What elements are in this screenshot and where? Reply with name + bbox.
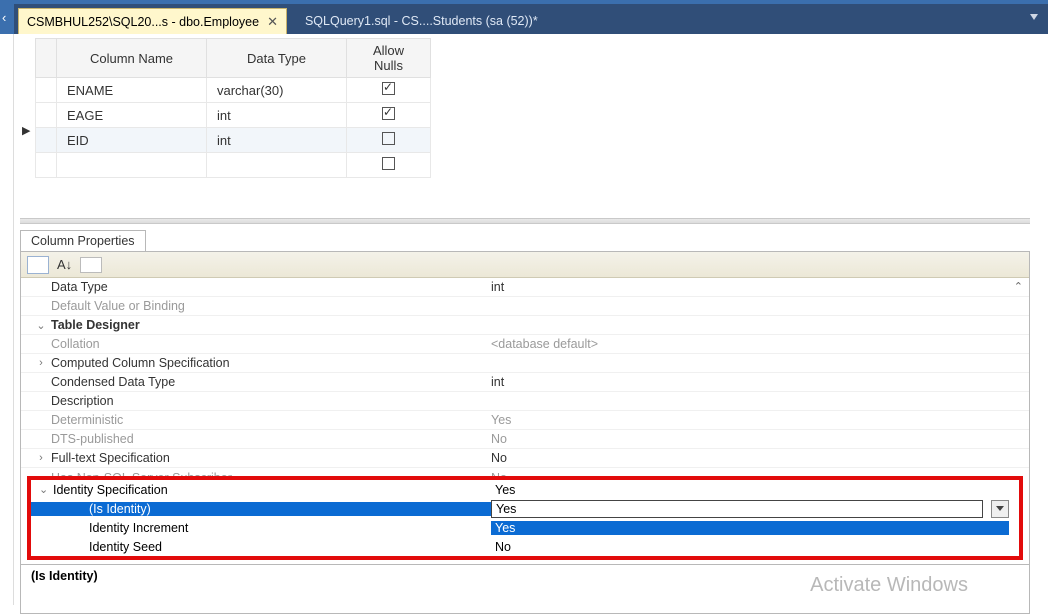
expand-icon[interactable]: ⌄ xyxy=(35,319,47,332)
col-header-type[interactable]: Data Type xyxy=(207,39,347,78)
sort-az-button[interactable]: A↓ xyxy=(57,257,72,272)
table-row[interactable]: ENAMEvarchar(30) xyxy=(36,78,431,103)
prop-row[interactable]: DTS-publishedNo xyxy=(21,430,1029,449)
tab-column-properties[interactable]: Column Properties xyxy=(20,230,146,251)
horizontal-splitter[interactable] xyxy=(20,218,1030,224)
prop-row-is-identity[interactable]: (Is Identity) Yes xyxy=(31,499,1019,518)
allow-nulls-checkbox[interactable] xyxy=(382,82,395,95)
allow-nulls-checkbox[interactable] xyxy=(382,157,395,170)
activate-windows-watermark: Activate Windows xyxy=(810,574,968,597)
table-row[interactable]: EIDint xyxy=(36,128,431,153)
prop-row[interactable]: ›Full-text SpecificationNo xyxy=(21,449,1029,468)
identity-specification-highlight: ⌄ Identity Specification Yes (Is Identit… xyxy=(27,476,1023,560)
prop-row[interactable]: ›Computed Column Specification xyxy=(21,354,1029,373)
scroll-up-icon[interactable]: ⌃ xyxy=(1014,280,1023,293)
row-pointer-icon: ▶ xyxy=(22,124,30,137)
columns-grid: Column Name Data Type Allow Nulls ENAMEv… xyxy=(35,38,431,178)
document-tabs: CSMBHUL252\SQL20...s - dbo.Employee ✕ SQ… xyxy=(14,4,1048,34)
tab-label: SQLQuery1.sql - CS....Students (sa (52))… xyxy=(305,14,538,28)
col-header-name[interactable]: Column Name xyxy=(57,39,207,78)
categorized-button[interactable] xyxy=(27,256,49,274)
tab-dropdown-icon[interactable] xyxy=(1030,14,1038,20)
prop-row-identity-seed[interactable]: Identity Seed No xyxy=(31,537,1019,556)
allow-nulls-checkbox[interactable] xyxy=(382,132,395,145)
prop-row[interactable]: Collation<database default> xyxy=(21,335,1029,354)
prop-row-identity-increment[interactable]: Identity Increment Yes xyxy=(31,518,1019,537)
close-icon[interactable]: ✕ xyxy=(267,14,278,30)
prop-row[interactable]: Has Non-SQL Server SubscriberNo xyxy=(21,468,1029,476)
prop-row[interactable]: Description xyxy=(21,392,1029,411)
expand-icon[interactable]: ⌄ xyxy=(39,483,48,496)
left-arrow[interactable]: ‹ xyxy=(2,10,6,25)
property-toolbar: A↓ xyxy=(21,252,1029,278)
expand-icon[interactable]: › xyxy=(35,452,47,464)
prop-row[interactable]: Condensed Data Typeint xyxy=(21,373,1029,392)
is-identity-value[interactable]: Yes xyxy=(491,500,983,518)
prop-row[interactable]: Default Value or Binding xyxy=(21,297,1029,316)
expand-icon[interactable]: › xyxy=(35,357,47,369)
prop-row-identity-spec[interactable]: ⌄ Identity Specification Yes xyxy=(31,480,1019,499)
prop-row[interactable]: Data Typeint xyxy=(21,278,1029,297)
tab-employee-designer[interactable]: CSMBHUL252\SQL20...s - dbo.Employee ✕ xyxy=(18,8,287,34)
side-dock[interactable] xyxy=(0,34,14,605)
tab-sqlquery1[interactable]: SQLQuery1.sql - CS....Students (sa (52))… xyxy=(297,8,546,34)
property-grid[interactable]: ⌃ Data Typeint Default Value or Binding … xyxy=(21,278,1029,476)
tab-label: CSMBHUL252\SQL20...s - dbo.Employee xyxy=(27,15,259,29)
table-row[interactable]: EAGEint xyxy=(36,103,431,128)
table-row[interactable] xyxy=(36,153,431,178)
col-header-nulls[interactable]: Allow Nulls xyxy=(347,39,431,78)
prop-row[interactable]: DeterministicYes xyxy=(21,411,1029,430)
allow-nulls-checkbox[interactable] xyxy=(382,107,395,120)
prop-section[interactable]: ⌄Table Designer xyxy=(21,316,1029,335)
dropdown-button[interactable] xyxy=(991,500,1009,518)
property-pages-button[interactable] xyxy=(80,257,102,273)
